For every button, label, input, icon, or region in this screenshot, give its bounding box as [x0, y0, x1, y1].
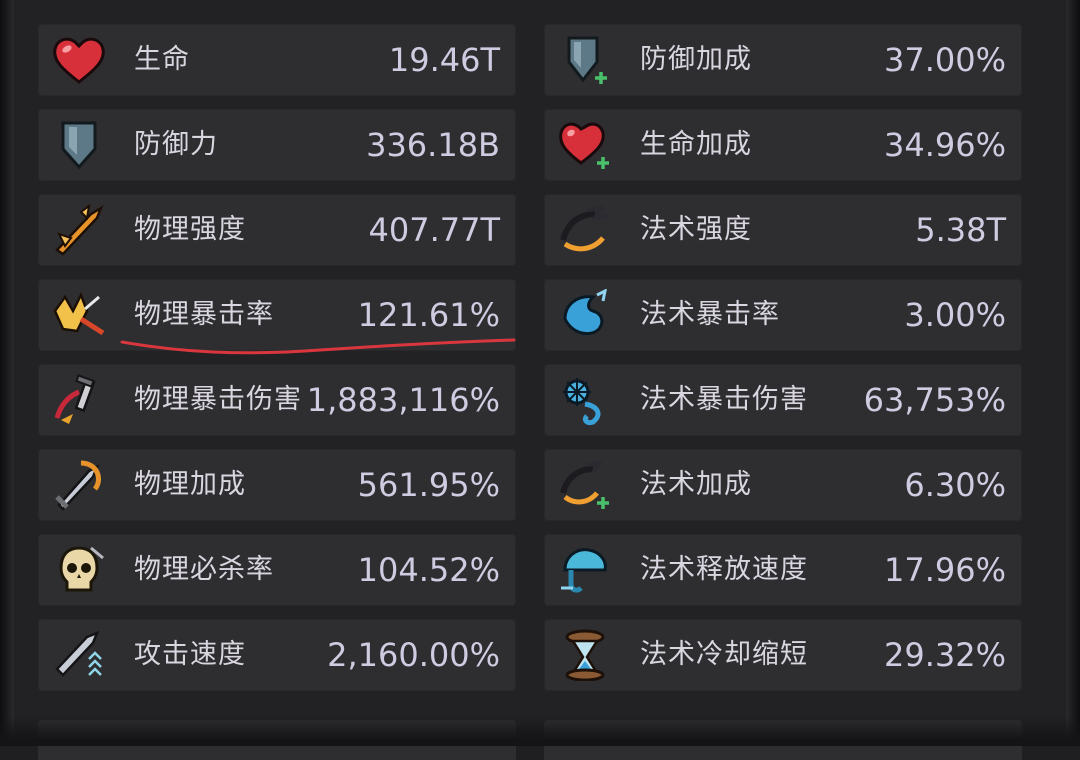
panel-border-left — [0, 0, 14, 746]
red-underline-annotation — [120, 338, 516, 355]
stat-value: 19.46T — [388, 41, 500, 79]
stat-row-magic-crit-rate: 法术暴击率 3.00% — [544, 279, 1022, 351]
stat-row-magic-power: 法术强度 5.38T — [544, 194, 1022, 266]
scroll-fade — [0, 716, 1080, 746]
stat-value: 3.00% — [904, 296, 1006, 334]
physical-crit-icon — [50, 289, 108, 341]
stat-row-magic-bonus: 法术加成 6.30% — [544, 449, 1022, 521]
stat-label: 物理强度 — [134, 214, 246, 245]
stat-label: 法术暴击伤害 — [640, 384, 808, 415]
stat-row-physical-crit-damage: 物理暴击伤害 1,883,116% — [38, 364, 516, 436]
stat-row-physical-bonus: 物理加成 561.95% — [38, 449, 516, 521]
stat-value: 407.77T — [368, 211, 500, 249]
stat-label: 法术强度 — [640, 214, 752, 245]
magic-claw-icon — [556, 204, 614, 256]
stat-row-physical-kill-rate: 物理必杀率 104.52% — [38, 534, 516, 606]
stat-value: 2,160.00% — [327, 636, 500, 674]
magic-crit-damage-icon — [556, 374, 614, 426]
stat-label: 法术释放速度 — [640, 554, 808, 585]
shield-plus-icon — [556, 34, 614, 86]
stat-label: 生命加成 — [640, 129, 752, 160]
stat-label: 法术加成 — [640, 469, 752, 500]
stat-label: 生命 — [134, 44, 190, 75]
stat-value: 17.96% — [883, 551, 1006, 589]
attack-speed-icon — [50, 629, 108, 681]
stat-value: 29.32% — [883, 636, 1006, 674]
stat-label: 攻击速度 — [134, 639, 246, 670]
stat-row-life: 生命 19.46T — [38, 24, 516, 96]
stat-row-magic-crit-damage: 法术暴击伤害 63,753% — [544, 364, 1022, 436]
skull-icon — [50, 544, 108, 596]
stat-value: 5.38T — [915, 211, 1006, 249]
heart-plus-icon — [556, 119, 614, 171]
stat-value: 561.95% — [357, 466, 500, 504]
stat-value: 37.00% — [883, 41, 1006, 79]
hourglass-icon — [556, 629, 614, 681]
stat-row-life-bonus: 生命加成 34.96% — [544, 109, 1022, 181]
panel-border-right — [1066, 0, 1080, 746]
stat-value: 63,753% — [863, 381, 1006, 419]
physical-crit-damage-icon — [50, 374, 108, 426]
stat-label: 法术暴击率 — [640, 299, 780, 330]
shield-icon — [50, 119, 108, 171]
stat-value: 1,883,116% — [306, 381, 500, 419]
cast-speed-icon — [556, 544, 614, 596]
stat-row-cast-speed: 法术释放速度 17.96% — [544, 534, 1022, 606]
stat-row-cooldown-reduction: 法术冷却缩短 29.32% — [544, 619, 1022, 691]
magic-crit-icon — [556, 289, 614, 341]
stat-label: 防御力 — [134, 129, 218, 160]
stat-row-defense-bonus: 防御加成 37.00% — [544, 24, 1022, 96]
stat-label: 物理暴击伤害 — [134, 384, 302, 415]
stat-value: 34.96% — [883, 126, 1006, 164]
stat-label: 物理加成 — [134, 469, 246, 500]
stats-panel: 生命 19.46T 防御力 336.18B 物理强度 407.77T 物理暴击率… — [0, 0, 1080, 760]
stat-label: 物理必杀率 — [134, 554, 274, 585]
stat-value: 336.18B — [366, 126, 500, 164]
stat-label: 法术冷却缩短 — [640, 639, 808, 670]
stat-label: 防御加成 — [640, 44, 752, 75]
sword-bonus-icon — [50, 459, 108, 511]
stat-value: 6.30% — [904, 466, 1006, 504]
stat-row-defense: 防御力 336.18B — [38, 109, 516, 181]
heart-icon — [50, 34, 108, 86]
stat-row-attack-speed: 攻击速度 2,160.00% — [38, 619, 516, 691]
magic-bonus-icon — [556, 459, 614, 511]
stat-value: 104.52% — [357, 551, 500, 589]
stat-row-physical-power: 物理强度 407.77T — [38, 194, 516, 266]
physical-strike-icon — [50, 204, 108, 256]
